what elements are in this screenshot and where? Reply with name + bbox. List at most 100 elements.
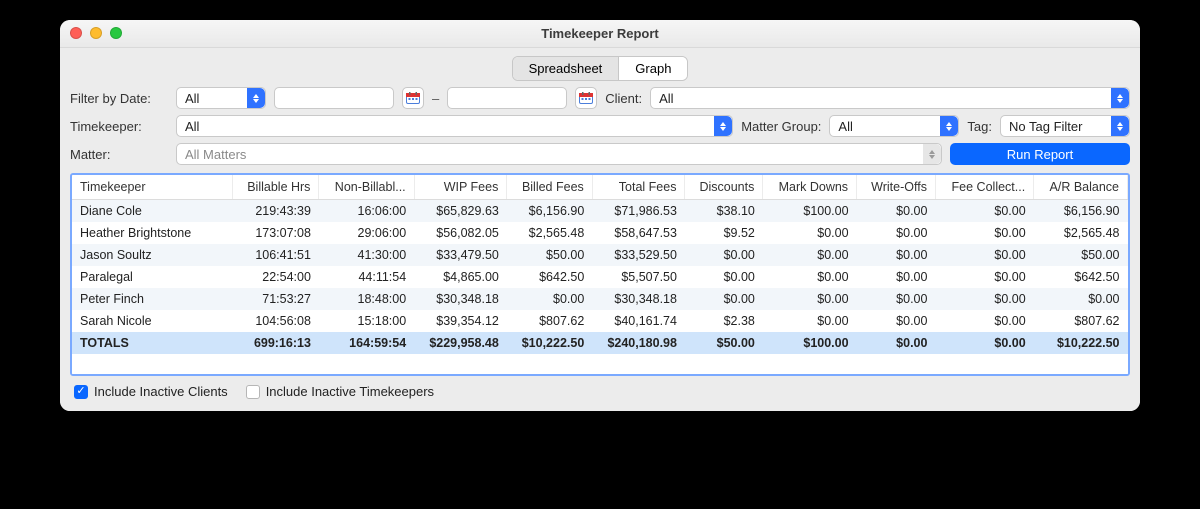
table-cell: $58,647.53 — [592, 222, 685, 244]
chevron-updown-icon — [923, 144, 941, 164]
table-cell: $0.00 — [685, 244, 763, 266]
table-cell: 18:48:00 — [319, 288, 414, 310]
include-inactive-clients-checkbox[interactable]: Include Inactive Clients — [74, 384, 228, 399]
table-cell: $240,180.98 — [592, 332, 685, 354]
table-cell: $0.00 — [935, 288, 1033, 310]
table-cell: 41:30:00 — [319, 244, 414, 266]
filter-by-date-select[interactable]: All — [176, 87, 266, 109]
chevron-updown-icon — [1111, 116, 1129, 136]
report-table: TimekeeperBillable HrsNon-Billabl...WIP … — [72, 175, 1128, 374]
table-cell: $2.38 — [685, 310, 763, 332]
tag-value: No Tag Filter — [1009, 119, 1082, 134]
table-row[interactable]: Heather Brightstone173:07:0829:06:00$56,… — [72, 222, 1128, 244]
totals-row: TOTALS699:16:13164:59:54$229,958.48$10,2… — [72, 332, 1128, 354]
table-cell: $0.00 — [685, 288, 763, 310]
table-row[interactable]: Jason Soultz106:41:5141:30:00$33,479.50$… — [72, 244, 1128, 266]
table-cell: 71:53:27 — [232, 288, 319, 310]
table-row[interactable]: Paralegal22:54:0044:11:54$4,865.00$642.5… — [72, 266, 1128, 288]
table-cell: Paralegal — [72, 266, 232, 288]
calendar-icon — [579, 92, 593, 104]
table-cell: 219:43:39 — [232, 200, 319, 223]
table-cell: $0.00 — [857, 244, 936, 266]
timekeeper-select[interactable]: All — [176, 115, 733, 137]
matter-select[interactable]: All Matters — [176, 143, 942, 165]
checkbox-icon — [246, 385, 260, 399]
table-cell: Peter Finch — [72, 288, 232, 310]
table-cell: $30,348.18 — [414, 288, 507, 310]
table-cell: $40,161.74 — [592, 310, 685, 332]
column-header[interactable]: WIP Fees — [414, 175, 507, 200]
table-cell: $807.62 — [1034, 310, 1128, 332]
table-cell: 164:59:54 — [319, 332, 414, 354]
date-from-input[interactable] — [274, 87, 394, 109]
checkbox-icon — [74, 385, 88, 399]
table-cell: 104:56:08 — [232, 310, 319, 332]
date-to-input[interactable] — [447, 87, 567, 109]
table-cell: $33,479.50 — [414, 244, 507, 266]
date-from-calendar-button[interactable] — [402, 87, 424, 109]
tag-select[interactable]: No Tag Filter — [1000, 115, 1130, 137]
matter-label: Matter: — [70, 147, 168, 162]
tab-spreadsheet[interactable]: Spreadsheet — [513, 57, 619, 80]
column-header[interactable]: Mark Downs — [763, 175, 857, 200]
table-cell: $229,958.48 — [414, 332, 507, 354]
table-cell: $0.00 — [857, 200, 936, 223]
minimize-icon[interactable] — [90, 27, 102, 39]
column-header[interactable]: Discounts — [685, 175, 763, 200]
table-cell: 22:54:00 — [232, 266, 319, 288]
calendar-icon — [406, 92, 420, 104]
date-to-calendar-button[interactable] — [575, 87, 597, 109]
table-cell: $33,529.50 — [592, 244, 685, 266]
column-header[interactable]: Write-Offs — [857, 175, 936, 200]
column-header[interactable]: Timekeeper — [72, 175, 232, 200]
client-select[interactable]: All — [650, 87, 1130, 109]
chevron-updown-icon — [940, 116, 958, 136]
report-table-container: TimekeeperBillable HrsNon-Billabl...WIP … — [70, 173, 1130, 376]
filter-by-date-label: Filter by Date: — [70, 91, 168, 106]
column-header[interactable]: A/R Balance — [1034, 175, 1128, 200]
matter-group-select[interactable]: All — [829, 115, 959, 137]
table-cell: $0.00 — [763, 266, 857, 288]
table-cell: TOTALS — [72, 332, 232, 354]
table-row[interactable]: Sarah Nicole104:56:0815:18:00$39,354.12$… — [72, 310, 1128, 332]
view-tabs: Spreadsheet Graph — [512, 56, 689, 81]
table-cell: $30,348.18 — [592, 288, 685, 310]
chevron-updown-icon — [247, 88, 265, 108]
include-inactive-timekeepers-label: Include Inactive Timekeepers — [266, 384, 434, 399]
matter-group-value: All — [838, 119, 852, 134]
table-cell: $10,222.50 — [1034, 332, 1128, 354]
chevron-updown-icon — [714, 116, 732, 136]
table-cell: $50.00 — [1034, 244, 1128, 266]
table-cell: $4,865.00 — [414, 266, 507, 288]
table-cell: $0.00 — [935, 200, 1033, 223]
tab-graph[interactable]: Graph — [618, 57, 687, 80]
client-value: All — [659, 91, 673, 106]
table-cell: $0.00 — [763, 310, 857, 332]
close-icon[interactable] — [70, 27, 82, 39]
date-range-separator: – — [432, 91, 439, 106]
table-cell: Diane Cole — [72, 200, 232, 223]
include-inactive-timekeepers-checkbox[interactable]: Include Inactive Timekeepers — [246, 384, 434, 399]
column-header[interactable]: Billable Hrs — [232, 175, 319, 200]
zoom-icon[interactable] — [110, 27, 122, 39]
timekeeper-value: All — [185, 119, 199, 134]
column-header[interactable]: Non-Billabl... — [319, 175, 414, 200]
table-cell: $0.00 — [857, 288, 936, 310]
column-header[interactable]: Fee Collect... — [935, 175, 1033, 200]
table-blank-row — [72, 354, 1128, 374]
client-label: Client: — [605, 91, 642, 106]
table-cell: $2,565.48 — [1034, 222, 1128, 244]
table-row[interactable]: Diane Cole219:43:3916:06:00$65,829.63$6,… — [72, 200, 1128, 223]
table-cell: $0.00 — [857, 222, 936, 244]
table-cell: Jason Soultz — [72, 244, 232, 266]
column-header[interactable]: Billed Fees — [507, 175, 592, 200]
run-report-button[interactable]: Run Report — [950, 143, 1130, 165]
table-cell: $6,156.90 — [507, 200, 592, 223]
table-row[interactable]: Peter Finch71:53:2718:48:00$30,348.18$0.… — [72, 288, 1128, 310]
table-cell: $0.00 — [857, 310, 936, 332]
table-cell: $0.00 — [857, 266, 936, 288]
chevron-updown-icon — [1111, 88, 1129, 108]
column-header[interactable]: Total Fees — [592, 175, 685, 200]
table-cell: $100.00 — [763, 200, 857, 223]
timekeeper-label: Timekeeper: — [70, 119, 168, 134]
